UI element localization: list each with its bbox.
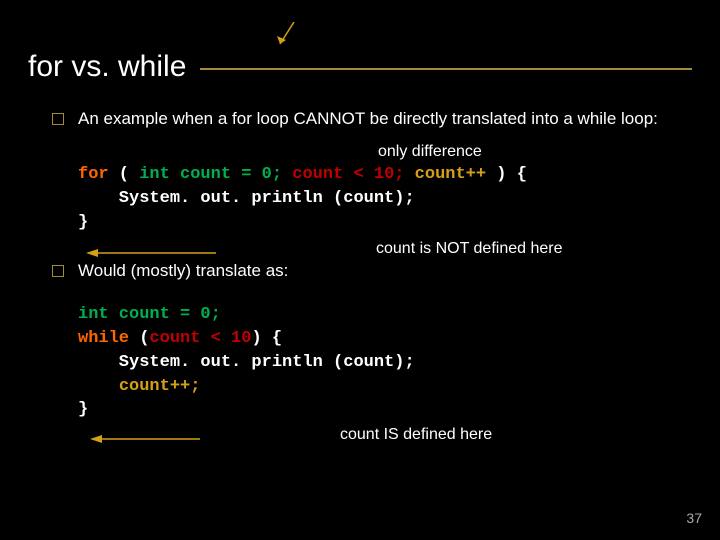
arrow-down-icon xyxy=(276,22,298,52)
slide-title: for vs. while xyxy=(28,50,186,84)
annotation-row-1: only difference xyxy=(78,143,692,161)
title-rule xyxy=(200,68,692,70)
arrow-left-icon xyxy=(86,246,216,260)
bullet-item-1: An example when a for loop CANNOT be dir… xyxy=(52,108,692,131)
annotation-not-defined: count is NOT defined here xyxy=(376,240,562,258)
annotation-row-3: count IS defined here xyxy=(78,426,692,446)
incr-countpp-2: count++; xyxy=(119,377,201,396)
kw-while: while xyxy=(78,329,129,348)
code-block-for: for ( int count = 0; count < 10; count++… xyxy=(78,163,672,234)
decl-int-count-2: int count = 0; xyxy=(78,305,221,324)
arrow-left-icon-2 xyxy=(90,432,200,446)
cond-lt-10-2: count < 10 xyxy=(149,329,251,348)
title-row: for vs. while xyxy=(28,50,692,84)
bullet-list: An example when a for loop CANNOT be dir… xyxy=(52,108,692,131)
annotation-only-difference: only difference xyxy=(378,143,482,161)
incr-countpp: count++ xyxy=(415,165,486,184)
code-block-while: int count = 0; while (count < 10) { Syst… xyxy=(78,303,672,422)
cond-lt-10: count < 10; xyxy=(292,165,404,184)
slide: for vs. while An example when a for loop… xyxy=(0,0,720,540)
annotation-row-2: count is NOT defined here xyxy=(78,238,692,260)
decl-int-count: int count = 0; xyxy=(139,165,282,184)
kw-for: for xyxy=(78,165,109,184)
annotation-is-defined: count IS defined here xyxy=(340,426,492,444)
bullet-list-2: Would (mostly) translate as: xyxy=(52,260,692,283)
page-number: 37 xyxy=(686,510,702,526)
bullet-item-2: Would (mostly) translate as: xyxy=(52,260,692,283)
